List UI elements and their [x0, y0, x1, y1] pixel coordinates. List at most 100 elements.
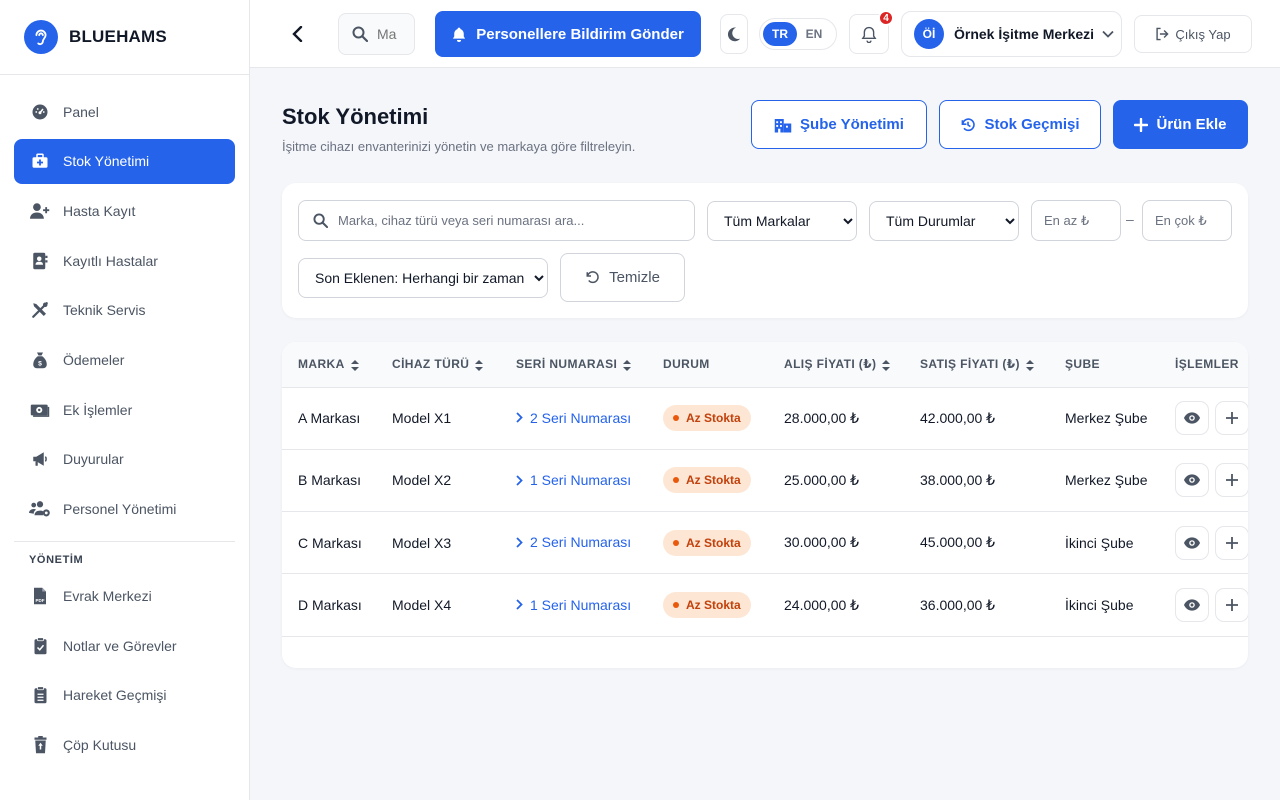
sidebar-item-staff-management[interactable]: Personel Yönetimi — [14, 487, 235, 532]
send-staff-notification-button[interactable]: Personellere Bildirim Gönder — [435, 11, 701, 57]
plus-icon — [1226, 599, 1238, 612]
user-plus-icon — [29, 200, 51, 222]
sidebar-item-announcements[interactable]: Duyurular — [14, 437, 235, 482]
table-header-row: MARKA CİHAZ TÜRÜ SERİ NUMARASI DURUM ALI… — [282, 342, 1248, 387]
sidebar-item-payments[interactable]: $ Ödemeler — [14, 337, 235, 382]
users-cog-icon — [29, 498, 51, 520]
column-header-brand[interactable]: MARKA — [282, 342, 376, 387]
view-button[interactable] — [1175, 401, 1209, 436]
building-icon — [774, 117, 792, 133]
sign-out-icon — [1155, 27, 1170, 41]
sidebar-item-extra-operations[interactable]: Ek İşlemler — [14, 387, 235, 432]
serial-numbers-link[interactable]: 1 Seri Numarası — [516, 472, 631, 488]
status-filter-select[interactable]: Tüm Durumlar — [869, 201, 1019, 241]
pdf-file-icon: PDF — [29, 585, 51, 607]
add-product-button[interactable]: Ürün Ekle — [1113, 100, 1248, 149]
status-badge: Az Stokta — [663, 529, 751, 556]
clear-filters-button[interactable]: Temizle — [560, 253, 685, 302]
logout-button[interactable]: Çıkış Yap — [1134, 15, 1252, 53]
lang-en-button[interactable]: EN — [797, 22, 831, 46]
money-bag-icon: $ — [29, 349, 51, 371]
min-price-input[interactable] — [1031, 200, 1121, 241]
column-header-label: CİHAZ TÜRÜ — [392, 357, 470, 372]
page-subtitle: İşitme cihazı envanterinizi yönetin ve m… — [282, 139, 636, 154]
add-stock-button[interactable] — [1215, 463, 1248, 498]
cell-buy-price: 28.000,00 ₺ — [784, 409, 860, 426]
sidebar-item-activity-history[interactable]: Hareket Geçmişi — [14, 673, 235, 718]
ear-logo-icon — [24, 20, 58, 54]
top-search-input[interactable] — [377, 26, 411, 42]
sidebar-item-documents[interactable]: PDF Evrak Merkezi — [14, 574, 235, 619]
back-button[interactable] — [286, 22, 310, 46]
sidebar-item-stock[interactable]: Stok Yönetimi — [14, 138, 235, 184]
sort-icon — [623, 359, 632, 371]
lang-tr-button[interactable]: TR — [763, 22, 797, 46]
branch-management-button[interactable]: Şube Yönetimi — [751, 100, 927, 149]
cell-actions — [1159, 512, 1248, 574]
serial-numbers-link[interactable]: 2 Seri Numarası — [516, 410, 631, 426]
add-stock-button[interactable] — [1215, 588, 1248, 623]
status-label: Az Stokta — [686, 598, 741, 613]
column-header-device[interactable]: CİHAZ TÜRÜ — [376, 342, 500, 387]
price-range-dash: – — [1126, 211, 1134, 227]
sort-icon — [1025, 359, 1034, 371]
money-bill-icon — [29, 399, 51, 421]
address-card-icon — [29, 250, 51, 272]
topbar: Personellere Bildirim Gönder TR EN 4 Öİ … — [250, 0, 1280, 68]
brand[interactable]: BLUEHAMS — [0, 0, 249, 75]
cell-device: Model X2 — [392, 472, 452, 489]
cell-sell-price: 45.000,00 ₺ — [920, 534, 996, 551]
top-search-box[interactable] — [338, 13, 415, 55]
column-header-sell-price[interactable]: SATIŞ FİYATI (₺) — [904, 342, 1049, 387]
sidebar-item-label: Teknik Servis — [63, 302, 146, 319]
cell-status: Az Stokta — [647, 387, 768, 449]
chevron-right-icon — [516, 599, 523, 610]
sidebar-item-notes-tasks[interactable]: Notlar ve Görevler — [14, 623, 235, 668]
stock-table: MARKA CİHAZ TÜRÜ SERİ NUMARASI DURUM ALI… — [282, 342, 1248, 637]
stock-search-input[interactable] — [338, 213, 678, 228]
brand-filter-select[interactable]: Tüm Markalar — [707, 201, 857, 241]
add-stock-button[interactable] — [1215, 401, 1248, 436]
add-stock-button[interactable] — [1215, 525, 1248, 560]
sidebar-item-trash[interactable]: Çöp Kutusu — [14, 723, 235, 768]
eye-icon — [1184, 474, 1200, 487]
table-row: C Markası Model X3 2 Seri Numarası Az St… — [282, 511, 1248, 574]
plus-icon — [1134, 117, 1149, 132]
cell-sell-price: 42.000,00 ₺ — [920, 409, 996, 426]
serial-numbers-link[interactable]: 2 Seri Numarası — [516, 534, 631, 550]
sidebar-item-label: Personel Yönetimi — [63, 501, 177, 517]
view-button[interactable] — [1175, 588, 1209, 623]
serial-numbers-link[interactable]: 1 Seri Numarası — [516, 597, 631, 613]
cell-branch: Merkez Şube — [1065, 472, 1148, 489]
serial-numbers-label: 2 Seri Numarası — [530, 409, 632, 426]
sidebar: BLUEHAMS Panel Stok Yönetimi Hasta Kayıt… — [0, 0, 250, 800]
view-button[interactable] — [1175, 525, 1209, 560]
cell-buy-price: 25.000,00 ₺ — [784, 471, 860, 488]
clear-filters-label: Temizle — [609, 269, 660, 286]
status-label: Az Stokta — [686, 411, 741, 426]
sidebar-item-patient-register[interactable]: Hasta Kayıt — [14, 188, 235, 233]
cell-branch: İkinci Şube — [1065, 597, 1134, 614]
sidebar-item-panel[interactable]: Panel — [14, 89, 235, 134]
sidebar-nav: Panel Stok Yönetimi Hasta Kayıt Kayıtlı … — [0, 75, 249, 768]
column-header-buy-price[interactable]: ALIŞ FİYATI (₺) — [768, 342, 904, 387]
gauge-icon — [29, 101, 51, 123]
date-added-filter-select[interactable]: Son Eklenen: Herhangi bir zaman — [298, 258, 548, 298]
trash-restore-icon — [29, 734, 51, 756]
notifications-button[interactable]: 4 — [849, 10, 894, 54]
max-price-input[interactable] — [1142, 200, 1232, 241]
cell-serial: 1 Seri Numarası — [500, 449, 647, 511]
column-header-label: ALIŞ FİYATI (₺) — [784, 357, 877, 372]
sidebar-item-patients[interactable]: Kayıtlı Hastalar — [14, 238, 235, 283]
clipboard-list-icon — [29, 684, 51, 706]
user-menu-button[interactable]: Öİ Örnek İşitme Merkezi — [901, 11, 1122, 57]
theme-toggle-button[interactable] — [720, 14, 748, 54]
plus-icon — [1226, 412, 1238, 425]
sidebar-item-label: Duyurular — [63, 451, 124, 468]
sidebar-divider — [14, 540, 235, 542]
stock-history-button[interactable]: Stok Geçmişi — [939, 100, 1101, 149]
view-button[interactable] — [1175, 463, 1209, 498]
column-header-serial[interactable]: SERİ NUMARASI — [500, 342, 647, 387]
sidebar-item-technical-service[interactable]: Teknik Servis — [14, 288, 235, 333]
stock-search-box[interactable] — [298, 200, 695, 241]
